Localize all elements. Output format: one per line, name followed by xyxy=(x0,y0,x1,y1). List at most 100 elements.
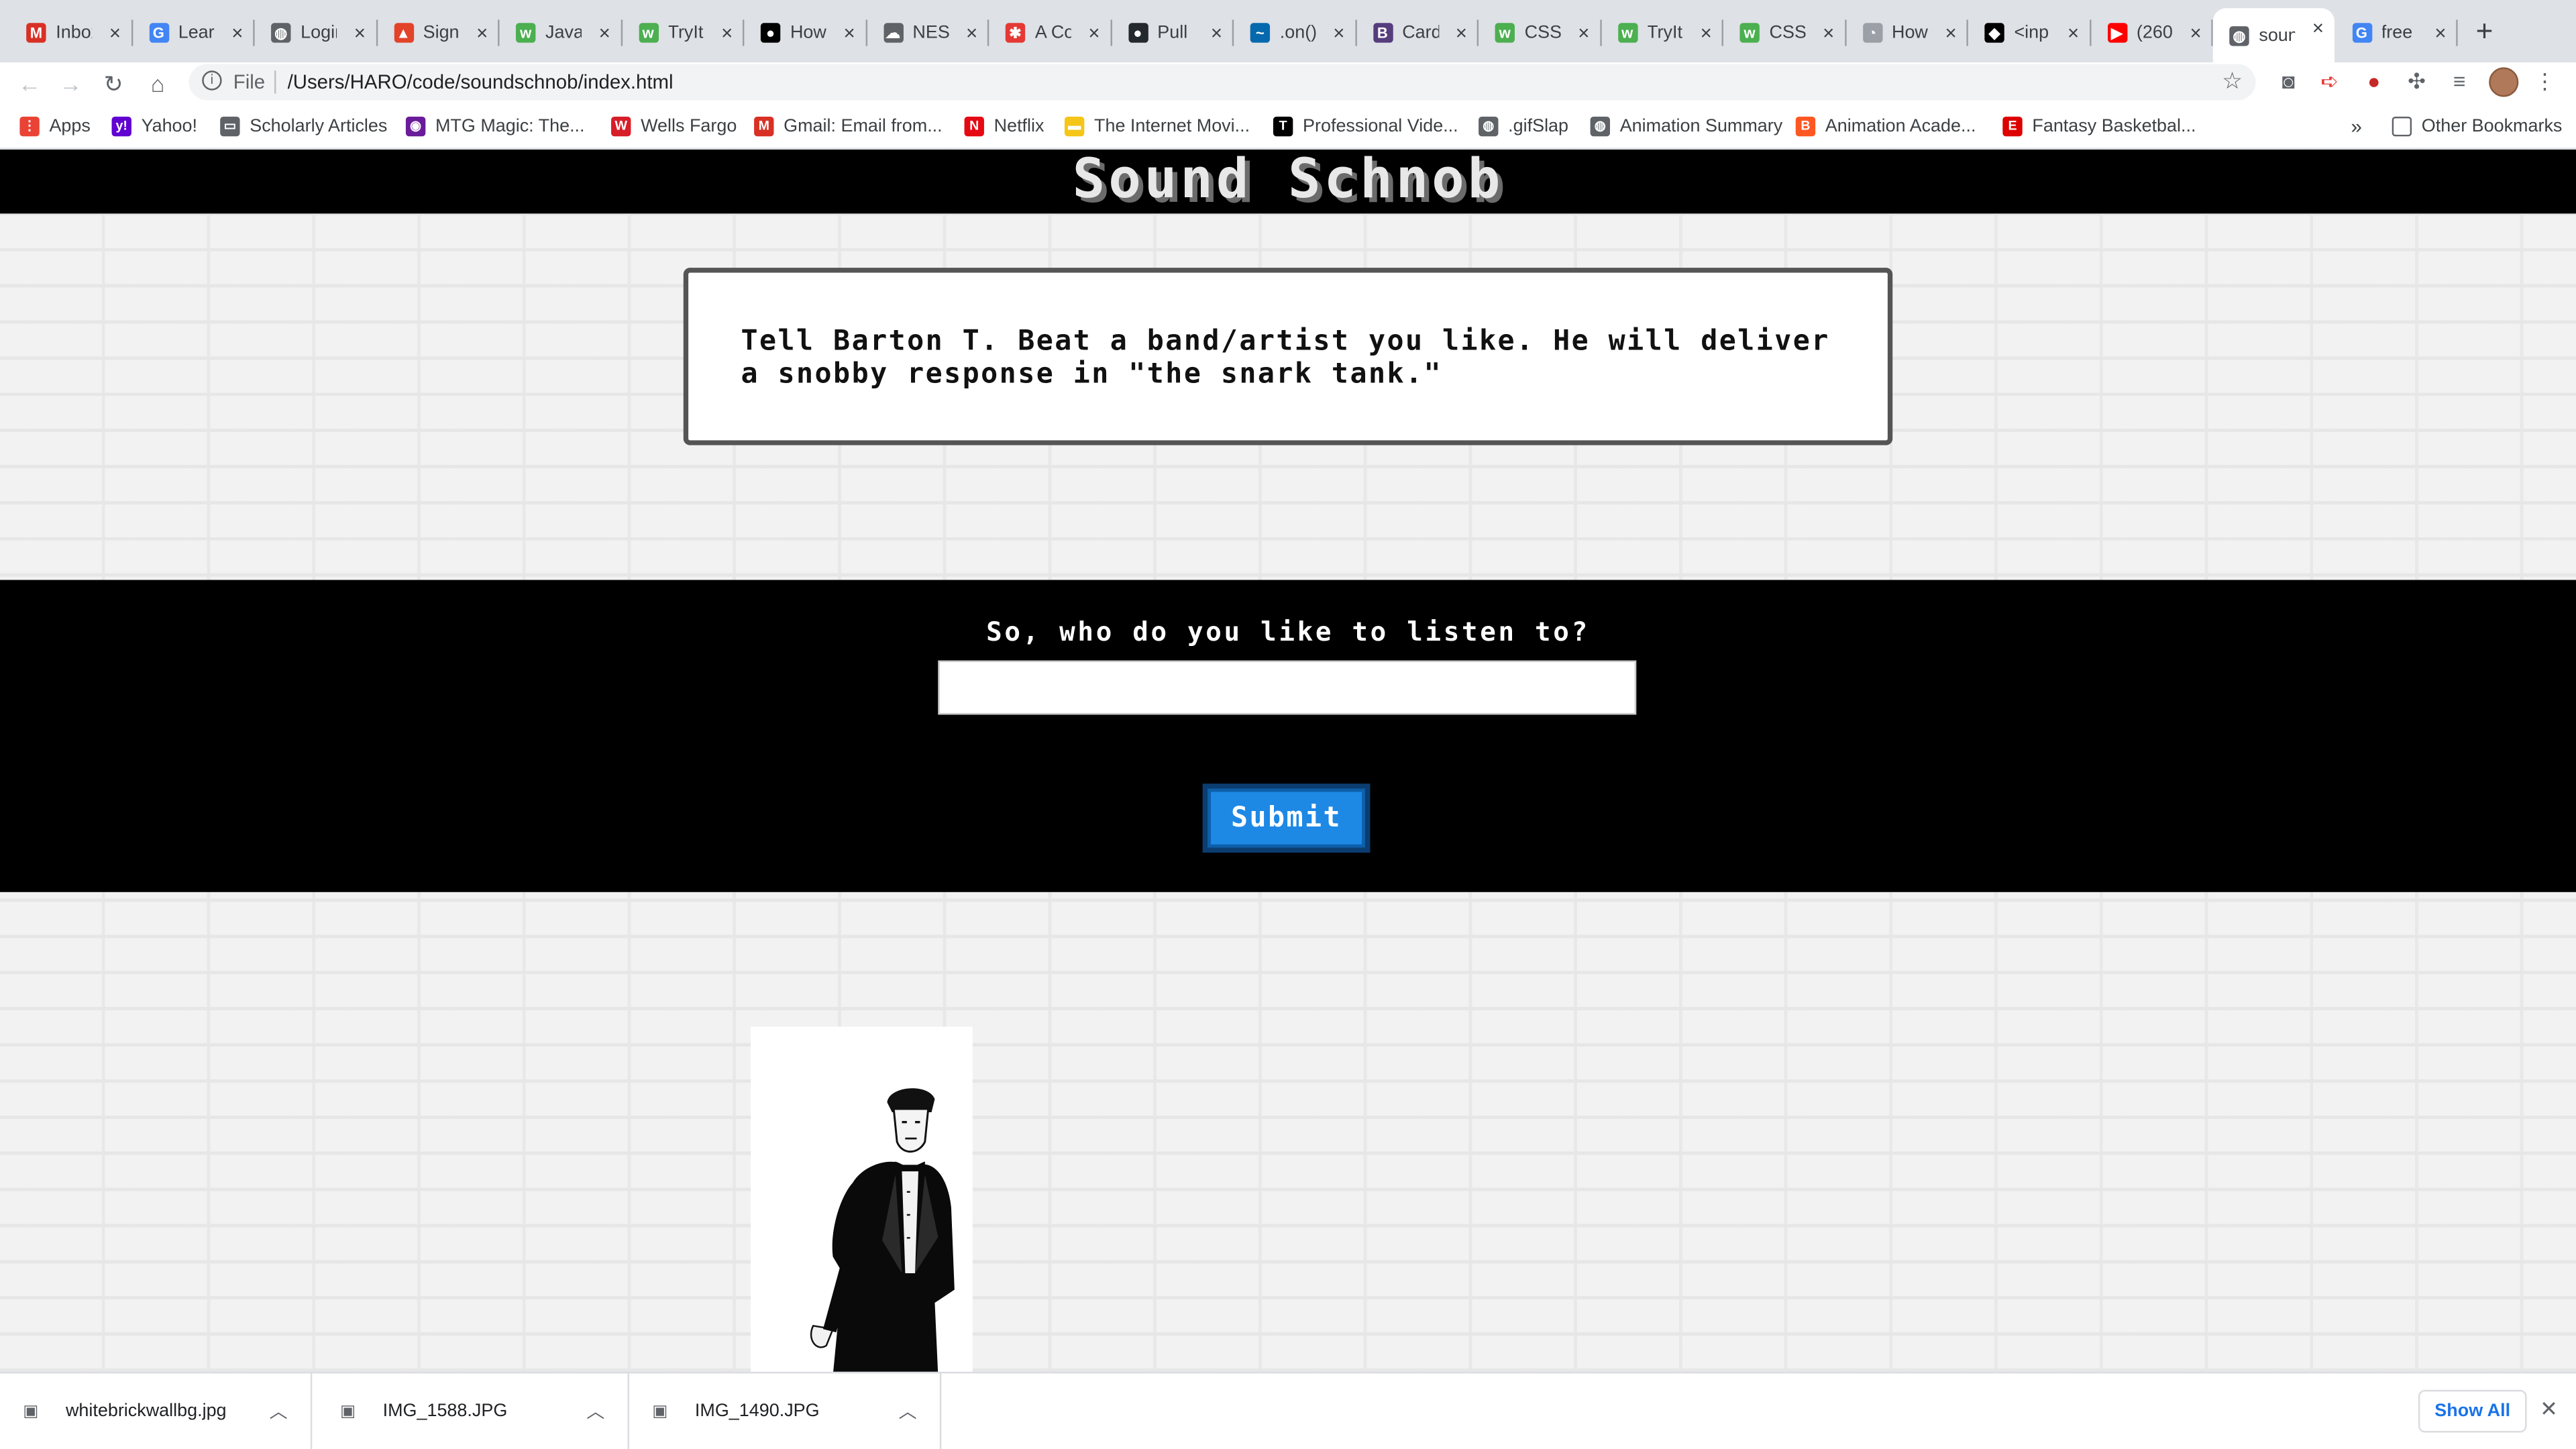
home-icon[interactable]: ⌂ xyxy=(142,67,174,100)
tab-close-icon[interactable]: × xyxy=(1088,21,1099,44)
browser-tab[interactable]: w CSS × xyxy=(1479,13,1601,53)
address-bar[interactable]: i File /Users/HARO/code/soundschnob/inde… xyxy=(189,64,2256,101)
reload-icon[interactable]: ↻ xyxy=(97,67,129,100)
browser-tab[interactable]: w CSS × xyxy=(1723,13,1846,53)
tab-label: Java xyxy=(545,23,582,43)
bookmark-item[interactable]: ▬ The Internet Movi... xyxy=(1064,115,1250,138)
chevron-up-icon[interactable]: ︿ xyxy=(586,1398,604,1424)
other-bookmarks-label: Other Bookmarks xyxy=(2421,116,2563,137)
tab-close-icon[interactable]: × xyxy=(2434,21,2446,44)
submit-button[interactable]: Submit xyxy=(1202,784,1371,853)
artist-input[interactable] xyxy=(938,660,1637,715)
tab-close-icon[interactable]: × xyxy=(354,21,366,44)
download-shelf: ▣ whitebrickwallbg.jpg ︿ ▣ IMG_1588.JPG … xyxy=(0,1371,2576,1449)
tab-close-icon[interactable]: × xyxy=(1701,21,1712,44)
bookmark-item[interactable]: y! Yahoo! xyxy=(111,115,197,138)
download-item[interactable]: ▣ IMG_1588.JPG ︿ xyxy=(317,1373,629,1449)
close-icon[interactable]: ✕ xyxy=(2540,1397,2558,1423)
browser-tab[interactable]: G Learn × xyxy=(132,13,255,53)
browser-tab[interactable]: ◍ soun × xyxy=(2212,8,2334,63)
tab-separator xyxy=(2456,19,2458,46)
tab-close-icon[interactable]: × xyxy=(844,21,855,44)
browser-tab[interactable]: w TryIt × xyxy=(622,13,745,53)
bookmark-item[interactable]: E Fantasy Basketbal... xyxy=(2002,115,2196,138)
bookmark-item[interactable]: B Animation Acade... xyxy=(1795,115,1976,138)
chevron-up-icon[interactable]: ︿ xyxy=(899,1398,917,1424)
bookmark-item[interactable]: ◍ Animation Summary xyxy=(1590,115,1782,138)
tab-label: free xyxy=(2381,23,2413,43)
tab-close-icon[interactable]: × xyxy=(2190,21,2201,44)
browser-tab[interactable]: ● Pull × xyxy=(1112,13,1234,53)
tab-close-icon[interactable]: × xyxy=(599,21,610,44)
extension-badge-icon[interactable]: ● xyxy=(2361,69,2387,95)
new-tab-button[interactable]: + xyxy=(2476,16,2493,46)
media-queue-icon[interactable]: ≡ xyxy=(2447,69,2473,95)
back-arrow-icon[interactable]: ← xyxy=(13,67,46,100)
tab-label: Card xyxy=(1402,23,1439,43)
browser-tab[interactable]: Gfree × xyxy=(2335,13,2458,53)
artist-form: So, who do you like to listen to? Submit xyxy=(0,580,2576,892)
browser-tab[interactable]: ● How × xyxy=(744,13,867,53)
gmail-icon: M xyxy=(754,116,774,137)
forward-arrow-icon[interactable]: → xyxy=(54,67,87,100)
bookmark-item[interactable]: ◍ .gifSlap xyxy=(1479,115,1568,138)
bookmark-item[interactable]: ▭ Scholarly Articles xyxy=(220,115,387,138)
download-item[interactable]: ▣ whitebrickwallbg.jpg ︿ xyxy=(0,1373,313,1449)
browser-tab[interactable]: w TryIt × xyxy=(1601,13,1723,53)
image-file-icon: ▣ xyxy=(23,1403,39,1421)
camera-icon[interactable]: ◙ xyxy=(2275,69,2302,95)
bookmark-item[interactable]: ⋮ Apps xyxy=(19,115,91,138)
browser-tab[interactable]: w Java × xyxy=(499,13,622,53)
tab-close-icon[interactable]: × xyxy=(2068,21,2079,44)
tab-close-icon[interactable]: × xyxy=(1211,21,1222,44)
bookmark-item[interactable]: ◉ MTG Magic: The... xyxy=(405,115,585,138)
artist-prompt: So, who do you like to listen to? xyxy=(986,616,1590,647)
bookmark-item[interactable]: T Professional Vide... xyxy=(1273,115,1458,138)
browser-tab[interactable]: B Card × xyxy=(1356,13,1479,53)
site-info-icon[interactable]: i xyxy=(202,70,222,91)
tab-close-icon[interactable]: × xyxy=(476,21,488,44)
bookmarks-bar: » Other Bookmarks ⋮ Apps y! Yahoo! ▭ Scholarl… xyxy=(0,105,2576,150)
bookmark-item[interactable]: W Wells Fargo xyxy=(611,115,737,138)
bookmark-item[interactable]: N Netflix xyxy=(964,115,1044,138)
browser-tab[interactable]: ▲ Sign × xyxy=(377,13,500,53)
browser-tab[interactable]: M Inbox × xyxy=(10,13,133,53)
tab-close-icon[interactable]: × xyxy=(1333,21,1344,44)
browser-tab[interactable]: ✱ A Co × xyxy=(989,13,1112,53)
kebab-menu-icon[interactable]: ⋮ xyxy=(2532,69,2558,95)
download-item[interactable]: ▣ IMG_1490.JPG ︿ xyxy=(629,1373,942,1449)
tab-close-icon[interactable]: × xyxy=(1945,21,1957,44)
bookmark-star-icon[interactable]: ☆ xyxy=(2222,67,2243,95)
chevron-up-icon[interactable]: ︿ xyxy=(270,1398,288,1424)
tab-close-icon[interactable]: × xyxy=(1456,21,1467,44)
tab-close-icon[interactable]: × xyxy=(1578,21,1589,44)
browser-tab[interactable]: ▶ (260 × xyxy=(2090,13,2213,53)
browser-tab[interactable]: ~ .on() × xyxy=(1234,13,1356,53)
github-icon: ● xyxy=(1128,23,1148,43)
browser-tab[interactable]: ◔ How × xyxy=(1845,13,1968,53)
tab-close-icon[interactable]: × xyxy=(109,21,121,44)
tab-label: CSS xyxy=(1769,23,1806,43)
tab-close-icon[interactable]: × xyxy=(231,21,243,44)
tab-close-icon[interactable]: × xyxy=(2312,16,2324,39)
show-all-downloads-button[interactable]: Show All xyxy=(2418,1389,2527,1433)
google-icon: G xyxy=(148,23,169,43)
cast-extension-icon[interactable]: ➪ xyxy=(2316,69,2343,95)
url-text[interactable]: /Users/HARO/code/soundschnob/index.html xyxy=(288,70,674,93)
globe-icon: ◍ xyxy=(1590,116,1611,137)
extensions-puzzle-icon[interactable]: ✣ xyxy=(2404,69,2430,95)
tab-close-icon[interactable]: × xyxy=(1823,21,1834,44)
browser-tab[interactable]: ◆ <inp × xyxy=(1968,13,2091,53)
tab-strip: + M Inbox × G Learn × ◍ Login × ▲ Sign × w Java × w TryI… xyxy=(0,0,2576,63)
bookmarks-overflow-chevron[interactable]: » xyxy=(2351,115,2361,138)
tab-close-icon[interactable]: × xyxy=(966,21,977,44)
omnibox-divider xyxy=(274,70,276,94)
other-bookmarks-folder[interactable]: Other Bookmarks xyxy=(2392,115,2563,138)
browser-tab[interactable]: ☁ NES × xyxy=(867,13,989,53)
profile-avatar[interactable] xyxy=(2489,67,2519,97)
browser-tab[interactable]: ◍ Login × xyxy=(255,13,378,53)
tab-label: A Co xyxy=(1034,23,1071,43)
tab-close-icon[interactable]: × xyxy=(721,21,733,44)
folder-icon xyxy=(2392,116,2412,137)
bookmark-item[interactable]: M Gmail: Email from... xyxy=(754,115,943,138)
